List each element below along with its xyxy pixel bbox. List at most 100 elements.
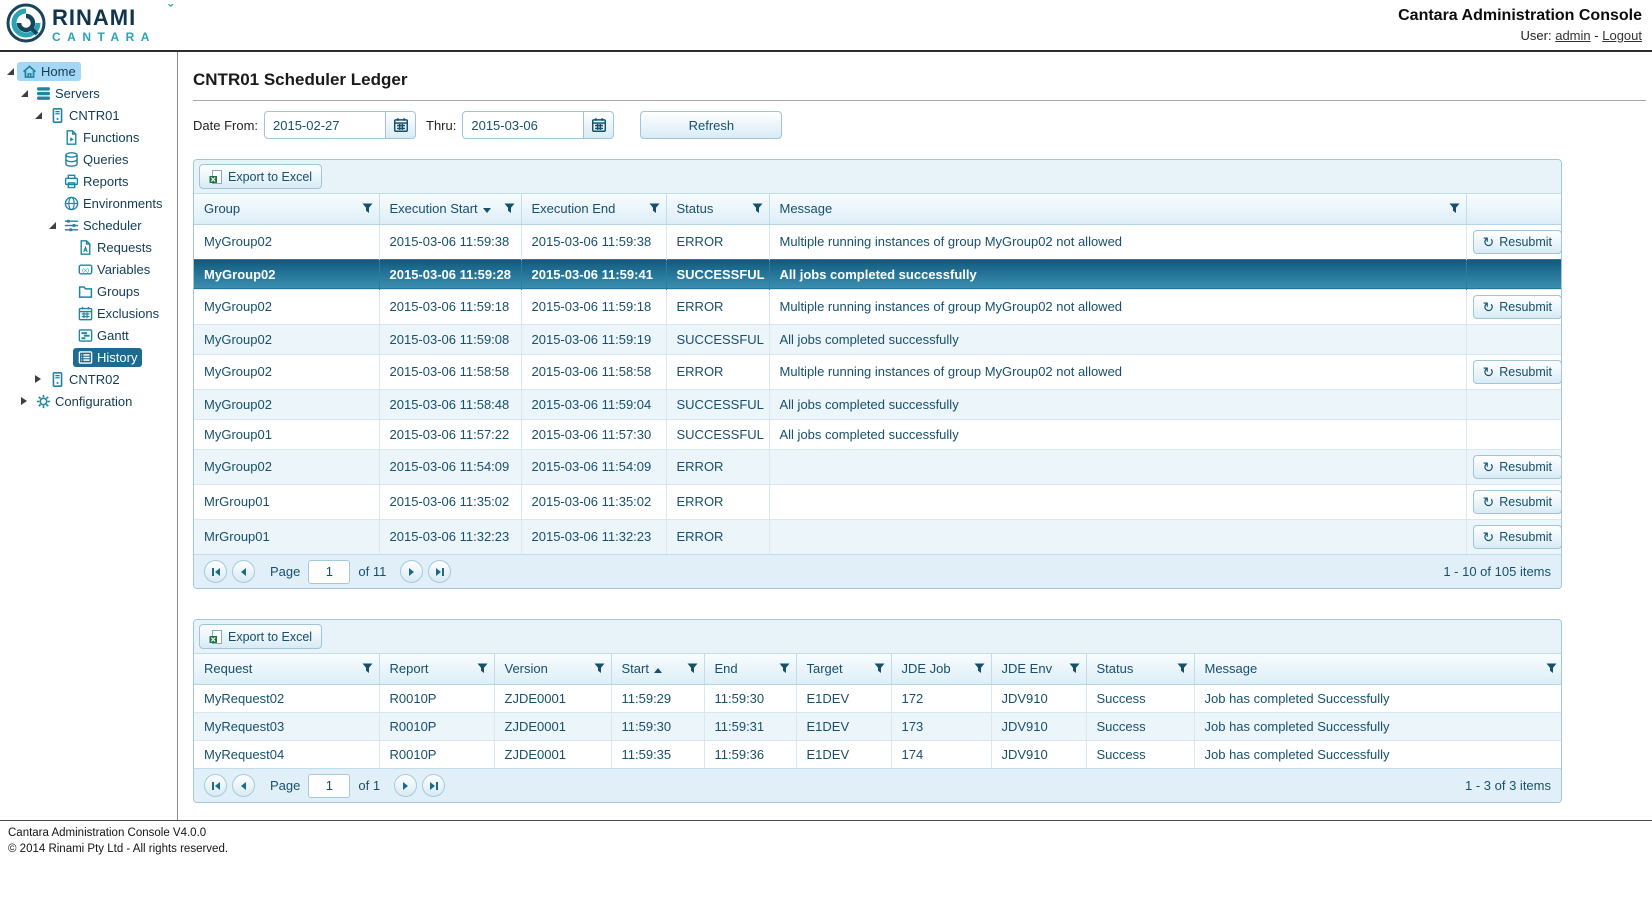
thru-calendar-button[interactable] xyxy=(584,111,614,139)
cell-jde-job: 172 xyxy=(891,684,991,712)
column-header-message[interactable]: Message xyxy=(1194,654,1562,684)
column-header-report[interactable]: Report xyxy=(379,654,494,684)
column-header-request[interactable]: Request xyxy=(194,654,379,684)
sidebar-item-label: Reports xyxy=(83,174,129,189)
sidebar-item-functions[interactable]: Functions xyxy=(0,126,177,148)
ledger-row[interactable]: MyGroup022015-03-06 11:58:482015-03-06 1… xyxy=(194,389,1562,419)
ledger-row[interactable]: MyGroup022015-03-06 11:54:092015-03-06 1… xyxy=(194,449,1562,484)
collapse-arrow-icon[interactable] xyxy=(18,395,30,407)
date-from-label: Date From: xyxy=(193,118,258,133)
expand-arrow-icon[interactable] xyxy=(4,65,16,77)
sidebar-item-groups[interactable]: Groups xyxy=(0,280,177,302)
collapse-arrow-icon[interactable] xyxy=(32,373,44,385)
expand-arrow-icon[interactable] xyxy=(32,109,44,121)
cell-status: Success xyxy=(1086,684,1194,712)
column-header-end[interactable]: End xyxy=(704,654,796,684)
sidebar-item-gantt[interactable]: Gantt xyxy=(0,324,177,346)
column-header-status[interactable]: Status xyxy=(1086,654,1194,684)
refresh-button[interactable]: Refresh xyxy=(640,111,782,139)
column-header-version[interactable]: Version xyxy=(494,654,611,684)
date-from-input[interactable] xyxy=(264,111,386,139)
cell-actions xyxy=(1466,324,1562,354)
cell-actions: ↻Resubmit xyxy=(1466,289,1562,324)
cell-execution-start: 2015-03-06 11:32:23 xyxy=(379,519,521,554)
column-header-jde-job[interactable]: JDE Job xyxy=(891,654,991,684)
jobs-row[interactable]: MyRequest02R0010PZJDE000111:59:2911:59:3… xyxy=(194,684,1562,712)
scheduler-ledger-grid: Export to Excel Group Execution Start Ex… xyxy=(193,159,1562,589)
sidebar-item-cntr02[interactable]: CNTR02 xyxy=(0,368,177,390)
tree-spacer xyxy=(46,197,58,209)
sidebar-item-variables[interactable]: (x)Variables xyxy=(0,258,177,280)
ledger-row[interactable]: MrGroup012015-03-06 11:35:022015-03-06 1… xyxy=(194,484,1562,519)
sidebar-item-configuration[interactable]: Configuration xyxy=(0,390,177,412)
ledger-row[interactable]: MyGroup022015-03-06 11:59:382015-03-06 1… xyxy=(194,224,1562,259)
cell-jde-env: JDV910 xyxy=(991,712,1086,740)
cell-execution-end: 2015-03-06 11:59:19 xyxy=(521,324,666,354)
resubmit-button[interactable]: ↻Resubmit xyxy=(1473,230,1563,254)
calendar-icon xyxy=(78,306,93,321)
cell-status: Success xyxy=(1086,712,1194,740)
ledger-row[interactable]: MyGroup022015-03-06 11:59:182015-03-06 1… xyxy=(194,289,1562,324)
ledger-row[interactable]: MyGroup022015-03-06 11:58:582015-03-06 1… xyxy=(194,354,1562,389)
filter-icon xyxy=(1546,663,1557,674)
last-page-button[interactable] xyxy=(422,774,445,797)
column-header-start[interactable]: Start xyxy=(611,654,704,684)
filter-icon xyxy=(594,663,605,674)
jobs-row[interactable]: MyRequest04R0010PZJDE000111:59:3511:59:3… xyxy=(194,740,1562,768)
column-header-target[interactable]: Target xyxy=(796,654,891,684)
column-header-group[interactable]: Group xyxy=(194,194,379,224)
sidebar-item-history[interactable]: History xyxy=(0,346,177,368)
ledger-row[interactable]: MyGroup012015-03-06 11:57:222015-03-06 1… xyxy=(194,419,1562,449)
date-from-calendar-button[interactable] xyxy=(386,111,416,139)
thru-date-input[interactable] xyxy=(462,111,584,139)
cell-actions: ↻Resubmit xyxy=(1466,449,1562,484)
page-number-input[interactable] xyxy=(308,560,350,584)
jobs-row[interactable]: MyRequest03R0010PZJDE000111:59:3011:59:3… xyxy=(194,712,1562,740)
previous-page-button[interactable] xyxy=(232,560,255,583)
expand-arrow-icon[interactable] xyxy=(18,87,30,99)
page-number-input[interactable] xyxy=(308,774,350,798)
sidebar-item-queries[interactable]: Queries xyxy=(0,148,177,170)
column-header-jde-env[interactable]: JDE Env xyxy=(991,654,1086,684)
sidebar-item-home[interactable]: Home xyxy=(0,60,177,82)
sidebar-item-exclusions[interactable]: Exclusions xyxy=(0,302,177,324)
resubmit-button[interactable]: ↻Resubmit xyxy=(1473,455,1563,479)
column-header-message[interactable]: Message xyxy=(769,194,1466,224)
resubmit-button[interactable]: ↻Resubmit xyxy=(1473,490,1563,514)
sidebar-item-servers[interactable]: Servers xyxy=(0,82,177,104)
previous-page-button[interactable] xyxy=(232,774,255,797)
column-header-execution-end[interactable]: Execution End xyxy=(521,194,666,224)
expand-arrow-icon[interactable] xyxy=(46,219,58,231)
column-header-status[interactable]: Status xyxy=(666,194,769,224)
next-page-button[interactable] xyxy=(400,560,423,583)
sliders-icon xyxy=(64,218,79,233)
last-page-button[interactable] xyxy=(428,560,451,583)
navigation-tree: HomeServersCNTR01 Functions Queries Reports… xyxy=(0,52,178,820)
resubmit-button[interactable]: ↻Resubmit xyxy=(1473,525,1563,549)
sidebar-item-requests[interactable]: Requests xyxy=(0,236,177,258)
resubmit-button[interactable]: ↻Resubmit xyxy=(1473,295,1563,319)
column-header-execution-start[interactable]: Execution Start xyxy=(379,194,521,224)
cell-message xyxy=(769,449,1466,484)
sidebar-item-scheduler[interactable]: Scheduler xyxy=(0,214,177,236)
page-label: Page xyxy=(270,778,300,793)
sidebar-item-label: Queries xyxy=(83,152,129,167)
export-to-excel-button[interactable]: Export to Excel xyxy=(199,164,322,189)
sidebar-item-reports[interactable]: Reports xyxy=(0,170,177,192)
ledger-row[interactable]: MyGroup022015-03-06 11:59:082015-03-06 1… xyxy=(194,324,1562,354)
sidebar-item-label: Functions xyxy=(83,130,139,145)
first-page-button[interactable] xyxy=(204,774,227,797)
export-to-excel-button[interactable]: Export to Excel xyxy=(199,624,322,649)
sidebar-item-cntr01[interactable]: CNTR01 xyxy=(0,104,177,126)
cell-status: ERROR xyxy=(666,354,769,389)
first-page-button[interactable] xyxy=(204,560,227,583)
logout-link[interactable]: Logout xyxy=(1602,28,1642,43)
sidebar-item-environments[interactable]: Environments xyxy=(0,192,177,214)
ledger-row[interactable]: MyGroup022015-03-06 11:59:282015-03-06 1… xyxy=(194,259,1562,289)
resubmit-button[interactable]: ↻Resubmit xyxy=(1473,360,1563,384)
cell-status: ERROR xyxy=(666,289,769,324)
next-page-button[interactable] xyxy=(394,774,417,797)
history-icon xyxy=(78,350,93,365)
user-name-link[interactable]: admin xyxy=(1555,28,1590,43)
ledger-row[interactable]: MrGroup012015-03-06 11:32:232015-03-06 1… xyxy=(194,519,1562,554)
